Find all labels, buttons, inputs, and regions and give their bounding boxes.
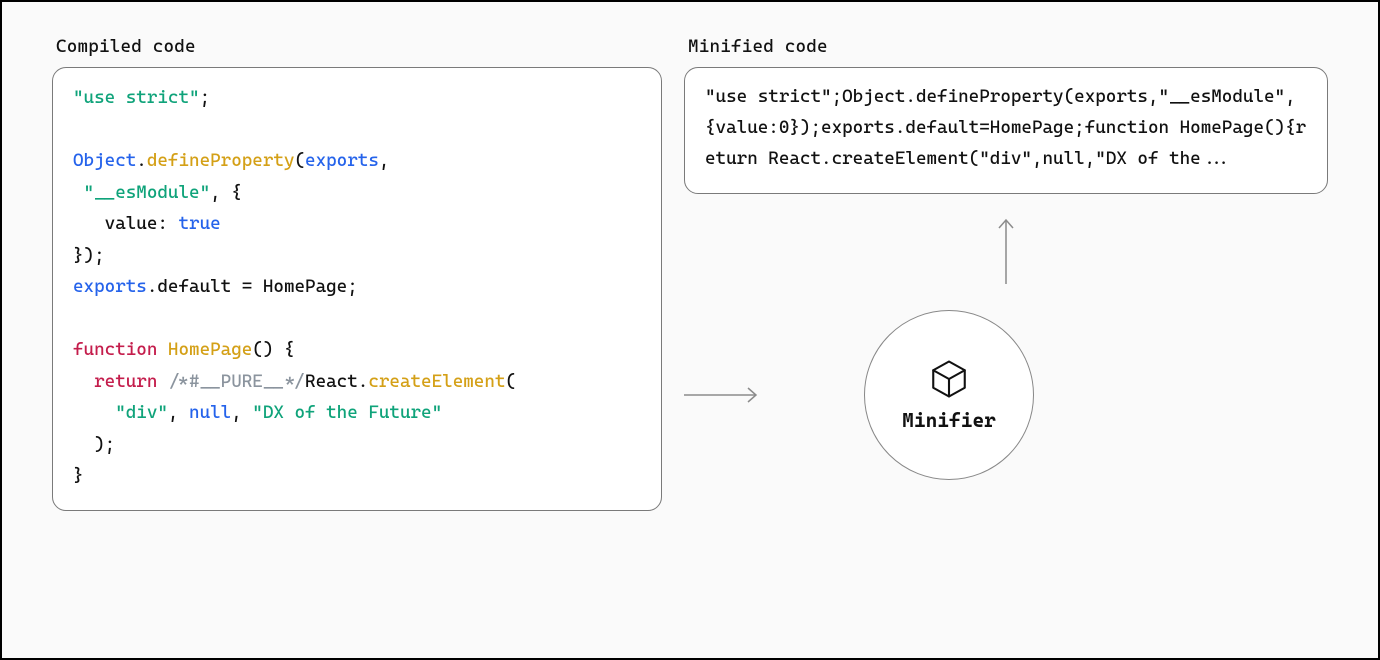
diagram-frame: Compiled code "use strict"; Object.defin… [0, 0, 1380, 660]
code-token: exports [73, 276, 147, 297]
code-token: "__esModule" [84, 182, 211, 203]
compiled-code-panel: Compiled code "use strict"; Object.defin… [52, 36, 662, 511]
code-token: () { [252, 339, 294, 360]
code-token: defineProperty [147, 150, 295, 171]
code-token: ; [200, 87, 211, 108]
code-token [73, 371, 94, 392]
code-token: function [73, 339, 157, 360]
code-token [157, 339, 168, 360]
minified-code-box: "use strict";Object.defineProperty(expor… [684, 67, 1328, 194]
code-token: , [379, 150, 390, 171]
code-token: return [94, 371, 157, 392]
code-token: "use strict" [73, 87, 200, 108]
code-token: React. [305, 371, 368, 392]
minified-code-panel: Minified code "use strict";Object.define… [684, 36, 1328, 480]
code-token: ( [294, 150, 305, 171]
code-token: , [231, 402, 252, 423]
code-token: .default = HomePage; [147, 276, 358, 297]
code-token: . [136, 150, 147, 171]
code-token: Object [73, 150, 136, 171]
cube-icon [928, 358, 970, 400]
code-token: ( [505, 371, 516, 392]
code-token: /*#__PURE__*/ [168, 371, 305, 392]
code-token: HomePage [168, 339, 252, 360]
code-token: }); [73, 245, 105, 266]
code-token: value: [73, 213, 178, 234]
compiled-code-listing: "use strict"; Object.defineProperty(expo… [73, 82, 641, 492]
code-token: "div" [115, 402, 168, 423]
code-token: true [178, 213, 220, 234]
minified-code-title: Minified code [688, 36, 1328, 57]
code-token [157, 371, 168, 392]
minifier-node: Minifier [864, 310, 1034, 480]
code-token: } [73, 465, 84, 486]
minifier-label: Minifier [902, 408, 996, 432]
code-token: , [168, 402, 189, 423]
code-token [73, 182, 84, 203]
code-token: null [189, 402, 231, 423]
code-token: ); [73, 434, 115, 455]
code-token: "DX of the Future" [252, 402, 442, 423]
code-token: , { [210, 182, 242, 203]
compiled-code-title: Compiled code [56, 36, 662, 57]
minifier-row: Minifier [684, 310, 1328, 480]
code-token [73, 402, 115, 423]
code-token: createElement [368, 371, 505, 392]
arrow-up-icon [684, 214, 1328, 284]
minified-code-listing: "use strict";Object.defineProperty(expor… [705, 82, 1307, 175]
compiled-code-box: "use strict"; Object.defineProperty(expo… [52, 67, 662, 511]
arrow-right-icon [684, 385, 764, 405]
code-token: exports [305, 150, 379, 171]
